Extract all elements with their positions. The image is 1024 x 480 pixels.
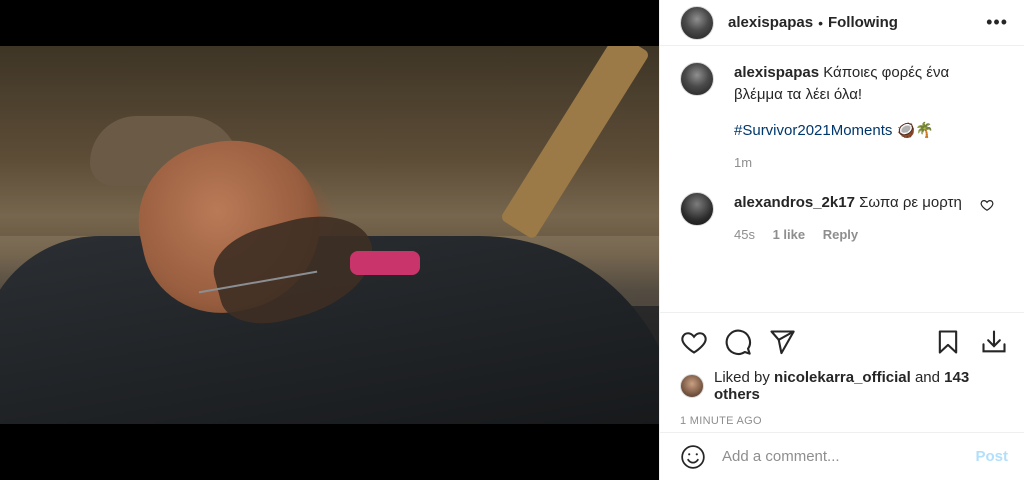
comment-meta: 45s 1 like Reply	[734, 224, 984, 246]
following-button[interactable]: Following	[828, 14, 898, 31]
commenter-username[interactable]: alexandros_2k17	[734, 194, 855, 211]
comment-body: alexandros_2k17 Σωπα ρε μορτη 45s 1 like…	[734, 192, 984, 246]
post-actions: Liked by nicolekarra_official and 143 ot…	[660, 312, 1024, 427]
comment-like-heart-icon[interactable]	[980, 198, 994, 212]
caption-hashtag[interactable]: #Survivor2021Moments	[734, 120, 892, 142]
comment-text: Σωπα ρε μορτη	[859, 194, 962, 211]
likes-summary: Liked by nicolekarra_official and 143 ot…	[680, 369, 1008, 403]
comments-section: alexispapas Κάποιες φορές ένα βλέμμα τα …	[660, 62, 1024, 312]
emoji-icon[interactable]	[680, 444, 706, 470]
post-comment-button[interactable]: Post	[975, 448, 1008, 465]
comment-reply-button[interactable]: Reply	[823, 227, 858, 242]
liker-avatar[interactable]	[680, 374, 704, 398]
comment-icon[interactable]	[724, 328, 752, 356]
action-icons-row	[680, 325, 1008, 359]
commenter-avatar[interactable]	[680, 192, 714, 226]
separator-dot: •	[818, 14, 823, 31]
liker-username[interactable]: nicolekarra_official	[774, 369, 911, 386]
caption-avatar[interactable]	[680, 62, 714, 96]
heart-icon[interactable]	[680, 328, 708, 356]
add-comment-bar: Post	[660, 432, 1024, 480]
post-timestamp: 1 MINUTE AGO	[680, 415, 762, 427]
author-avatar[interactable]	[680, 5, 714, 40]
comment-likes[interactable]: 1 like	[773, 227, 806, 242]
post-sidebar: alexispapas • Following ••• alexispapas …	[659, 0, 1024, 480]
likes-prefix: Liked by	[714, 369, 770, 386]
caption-emojis: 🥥🌴	[896, 122, 934, 139]
photo-wooden-pole	[499, 46, 651, 240]
share-icon[interactable]	[768, 328, 796, 356]
post-header: alexispapas • Following •••	[660, 0, 1024, 46]
post-media	[0, 0, 659, 480]
likes-text: Liked by nicolekarra_official and 143 ot…	[714, 369, 1008, 403]
caption-username[interactable]: alexispapas	[734, 64, 819, 81]
comment-time: 45s	[734, 227, 755, 242]
comment-item: alexandros_2k17 Σωπα ρε μορτη 45s 1 like…	[680, 192, 1008, 246]
add-comment-input[interactable]	[722, 448, 976, 465]
download-icon[interactable]	[980, 328, 1008, 356]
likes-and: and	[914, 369, 940, 386]
caption-body: alexispapas Κάποιες φορές ένα βλέμμα τα …	[734, 62, 984, 174]
caption: alexispapas Κάποιες φορές ένα βλέμμα τα …	[680, 62, 1008, 174]
bookmark-icon[interactable]	[934, 328, 962, 356]
more-options-icon[interactable]: •••	[986, 12, 1008, 33]
caption-time: 1m	[734, 155, 753, 170]
author-username[interactable]: alexispapas	[728, 14, 813, 31]
post-photo[interactable]	[0, 46, 659, 424]
photo-shirt	[350, 251, 420, 275]
